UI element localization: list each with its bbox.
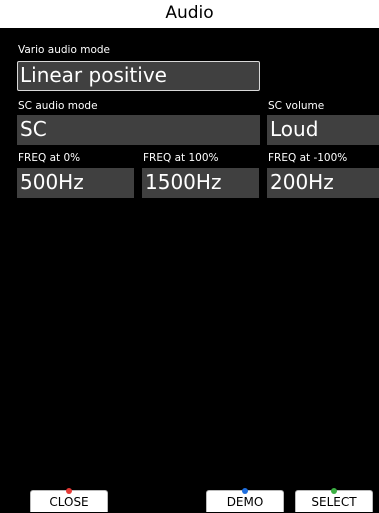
select-button-label: SELECT xyxy=(311,495,357,509)
vario-audio-mode-label: Vario audio mode xyxy=(18,44,111,56)
freq-100-label: FREQ at 100% xyxy=(143,152,219,164)
freq-0-label: FREQ at 0% xyxy=(18,152,81,164)
green-indicator-icon xyxy=(331,488,337,494)
title-bar: Audio xyxy=(0,0,379,29)
freq-minus-100-field[interactable]: 200Hz xyxy=(267,168,379,198)
freq-0-field[interactable]: 500Hz xyxy=(17,168,134,198)
freq-minus-100-label: FREQ at -100% xyxy=(268,152,348,164)
sc-volume-label: SC volume xyxy=(268,100,325,112)
vario-audio-mode-field[interactable]: Linear positive xyxy=(17,61,260,91)
red-indicator-icon xyxy=(66,488,72,494)
close-button-label: CLOSE xyxy=(49,495,89,509)
freq-100-field[interactable]: 1500Hz xyxy=(142,168,259,198)
sc-volume-field[interactable]: Loud xyxy=(267,115,379,145)
demo-button-label: DEMO xyxy=(226,495,264,509)
blue-indicator-icon xyxy=(242,488,248,494)
sc-audio-mode-label: SC audio mode xyxy=(18,100,98,112)
sc-audio-mode-field[interactable]: SC xyxy=(17,115,260,145)
page-title: Audio xyxy=(165,3,214,23)
